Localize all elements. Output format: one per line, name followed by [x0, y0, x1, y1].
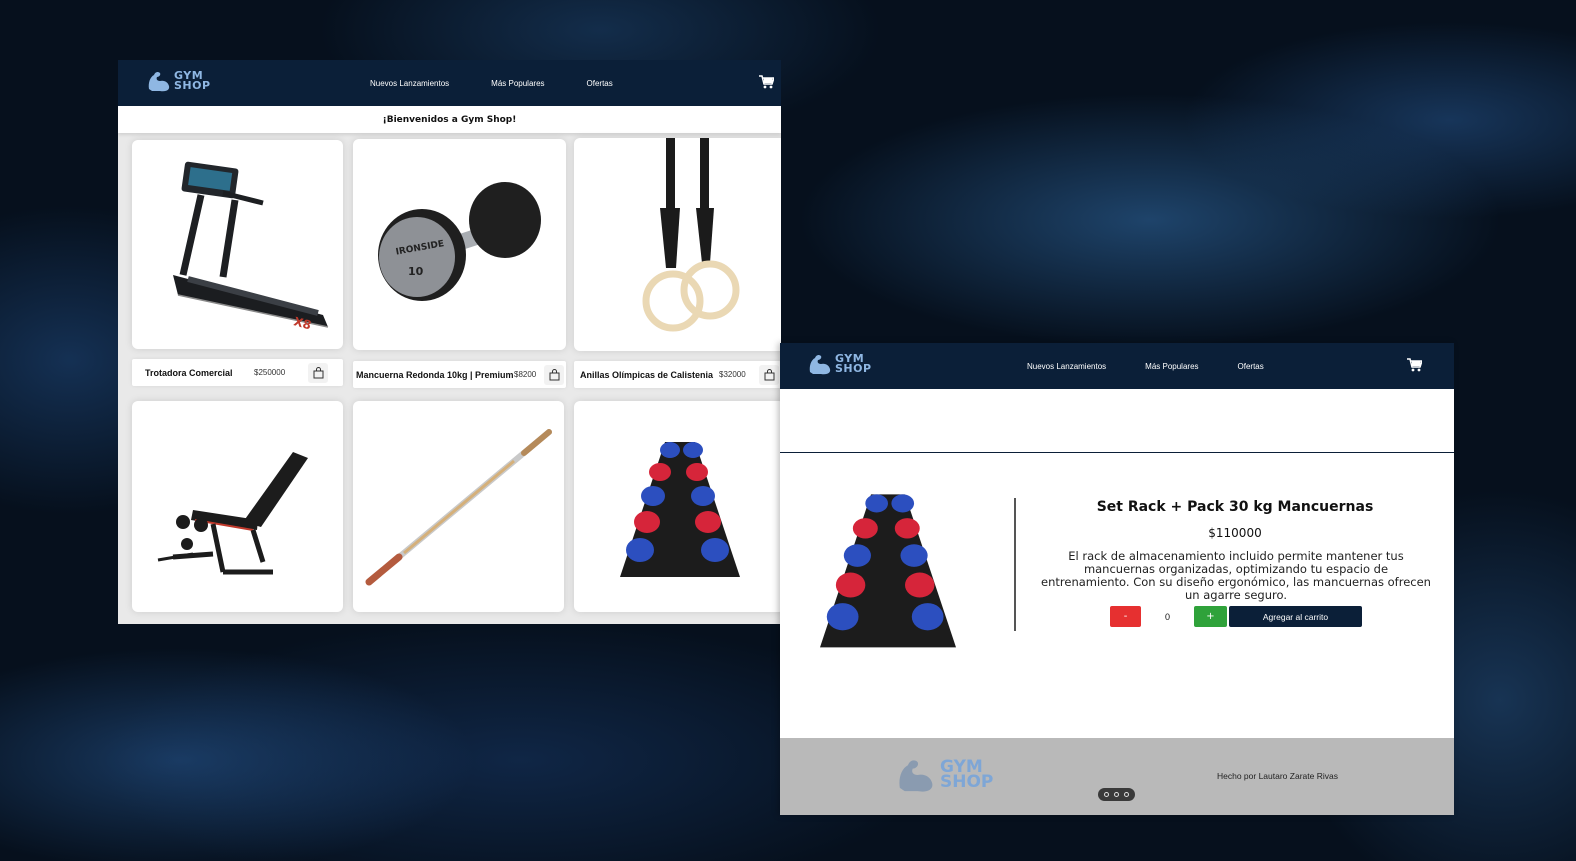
increase-quantity-button[interactable]: + — [1194, 606, 1227, 627]
product-price: $8200 — [514, 370, 537, 379]
control-dot-icon — [1123, 792, 1129, 797]
product-detail-image — [820, 494, 956, 648]
treadmill-image: X8 — [172, 161, 328, 332]
footer-logo: GYM SHOP — [895, 755, 993, 795]
olympic-barbell-image — [365, 428, 552, 585]
logo-text: GYM SHOP — [174, 69, 211, 92]
product-card-barra[interactable] — [353, 401, 564, 612]
product-info-anillas: Anillas Olímpicas de Calistenia $32000 — [574, 361, 781, 388]
product-name: Mancuerna Redonda 10kg | Premium — [356, 369, 514, 380]
vertical-divider — [1014, 498, 1016, 631]
nav-link-ofertas[interactable]: Ofertas — [587, 79, 613, 88]
product-name: Trotadora Comercial — [145, 367, 233, 378]
shopping-bag-icon — [764, 368, 774, 380]
product-card-trotadora[interactable]: X8 — [132, 140, 343, 349]
control-dot-icon — [1104, 792, 1110, 797]
product-detail-window: GYM SHOP Nuevos Lanzamientos Más Popular… — [780, 343, 1454, 815]
shopping-cart-icon[interactable] — [759, 75, 774, 89]
flexing-arm-icon — [809, 354, 831, 375]
control-dot-icon — [1113, 792, 1119, 797]
shopping-cart-icon[interactable] — [1407, 358, 1422, 372]
footer-credit: Hecho por Lautaro Zarate Rivas — [1217, 771, 1338, 781]
navbar: GYM SHOP Nuevos Lanzamientos Más Popular… — [780, 343, 1454, 389]
nav-links: Nuevos Lanzamientos Más Populares Oferta… — [1027, 362, 1264, 371]
dumbbell-rack-image — [619, 441, 740, 577]
product-info-mancuerna: Mancuerna Redonda 10kg | Premium $8200 — [353, 361, 566, 388]
product-title: Set Rack + Pack 30 kg Mancuernas — [1096, 499, 1374, 515]
add-to-bag-button[interactable] — [308, 362, 328, 383]
adjustable-bench-image — [157, 451, 308, 574]
add-to-cart-button[interactable]: Agregar al carrito — [1229, 606, 1362, 627]
gym-shop-logo[interactable]: GYM SHOP — [807, 352, 872, 376]
product-price: $110000 — [1208, 526, 1262, 540]
svg-text:X8: X8 — [292, 314, 313, 332]
logo-text: GYM SHOP — [835, 352, 872, 375]
product-name: Anillas Olímpicas de Calistenia — [580, 369, 714, 380]
add-to-bag-button[interactable] — [759, 364, 779, 385]
navbar: GYM SHOP Nuevos Lanzamientos Más Popular… — [118, 60, 781, 106]
home-page-window: GYM SHOP Nuevos Lanzamientos Más Popular… — [118, 60, 781, 624]
product-description: El rack de almacenamiento incluido permi… — [1041, 549, 1431, 602]
product-price: $32000 — [719, 370, 746, 379]
shopping-bag-icon — [313, 366, 323, 378]
product-price: $250000 — [254, 368, 286, 377]
gym-shop-logo[interactable]: GYM SHOP — [146, 69, 211, 93]
quantity-controls: - 0 + Agregar al carrito — [1110, 606, 1362, 627]
product-card-mancuerna[interactable]: IRONSIDE 10 — [353, 139, 566, 350]
nav-link-ofertas[interactable]: Ofertas — [1238, 362, 1264, 371]
footer: GYM SHOP Hecho por Lautaro Zarate Rivas — [780, 738, 1454, 815]
product-card-banco[interactable] — [132, 401, 343, 612]
dumbbell-image: IRONSIDE 10 — [377, 181, 541, 301]
product-card-rack[interactable] — [574, 401, 781, 612]
section-divider — [780, 452, 1454, 453]
svg-text:10: 10 — [408, 265, 424, 278]
nav-link-nuevos-lanzamientos[interactable]: Nuevos Lanzamientos — [370, 79, 449, 88]
add-to-bag-button[interactable] — [544, 364, 564, 385]
decrease-quantity-button[interactable]: - — [1110, 606, 1141, 627]
window-controls-pill[interactable] — [1098, 788, 1135, 801]
nav-link-mas-populares[interactable]: Más Populares — [1145, 362, 1198, 371]
flexing-arm-icon — [899, 760, 933, 792]
product-info-trotadora: Trotadora Comercial $250000 — [132, 359, 343, 386]
flexing-arm-icon — [148, 71, 170, 92]
product-card-anillas[interactable] — [574, 138, 781, 351]
nav-links: Nuevos Lanzamientos Más Populares Oferta… — [370, 79, 613, 88]
welcome-banner: ¡Bienvenidos a Gym Shop! — [118, 106, 781, 133]
nav-link-mas-populares[interactable]: Más Populares — [491, 79, 544, 88]
nav-link-nuevos-lanzamientos[interactable]: Nuevos Lanzamientos — [1027, 362, 1106, 371]
gym-rings-image — [642, 138, 740, 332]
quantity-value: 0 — [1164, 611, 1170, 622]
shopping-bag-icon — [549, 368, 559, 380]
